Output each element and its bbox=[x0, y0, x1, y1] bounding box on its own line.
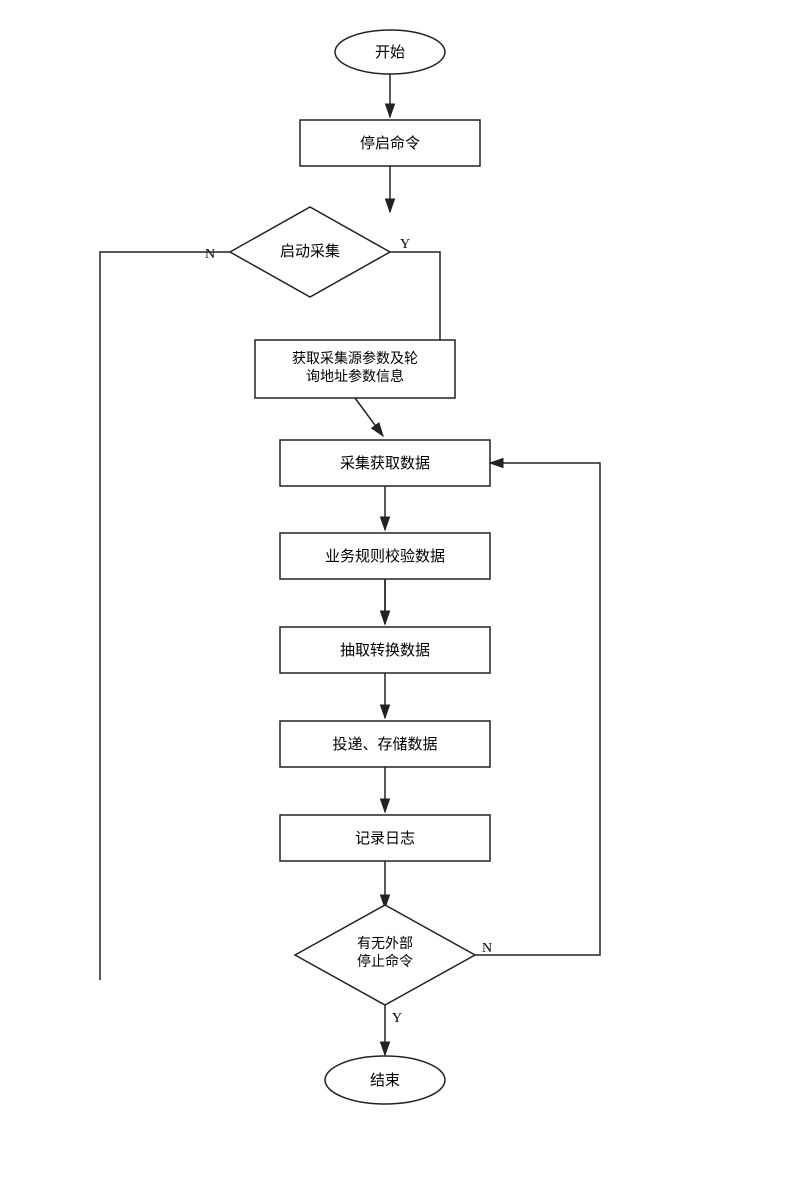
n-path-left bbox=[100, 252, 230, 980]
n-label-2: N bbox=[482, 941, 492, 956]
get-params-node bbox=[255, 340, 455, 398]
stop-check-label-1: 有无外部 bbox=[357, 936, 413, 952]
start-label: 开始 bbox=[375, 44, 405, 61]
start-collect-label: 启动采集 bbox=[280, 243, 340, 260]
stop-check-label-2: 停止命令 bbox=[357, 953, 413, 970]
flowchart-svg: 开始 停启命令 启动采集 Y N 获取采集源参数及轮 询地址参数信息 bbox=[0, 0, 800, 1203]
n-path-right bbox=[475, 463, 600, 955]
n-label-1: N bbox=[205, 247, 215, 262]
stop-cmd-label: 停启命令 bbox=[360, 134, 420, 152]
store-label: 投递、存储数据 bbox=[332, 736, 437, 753]
log-label: 记录日志 bbox=[355, 830, 415, 847]
y-label-1: Y bbox=[400, 237, 410, 252]
collect-data-label: 采集获取数据 bbox=[340, 455, 430, 472]
end-label: 结束 bbox=[370, 1072, 400, 1089]
validate-label: 业务规则校验数据 bbox=[325, 548, 445, 565]
y-label-2: Y bbox=[392, 1011, 402, 1026]
arrow-getparams-collect bbox=[355, 398, 383, 436]
flowchart-diagram: 开始 停启命令 启动采集 Y N 获取采集源参数及轮 询地址参数信息 bbox=[0, 0, 800, 1203]
get-params-label-2: 询地址参数信息 bbox=[306, 368, 404, 385]
get-params-label-1: 获取采集源参数及轮 bbox=[292, 350, 418, 367]
transform-label: 抽取转换数据 bbox=[340, 642, 430, 659]
